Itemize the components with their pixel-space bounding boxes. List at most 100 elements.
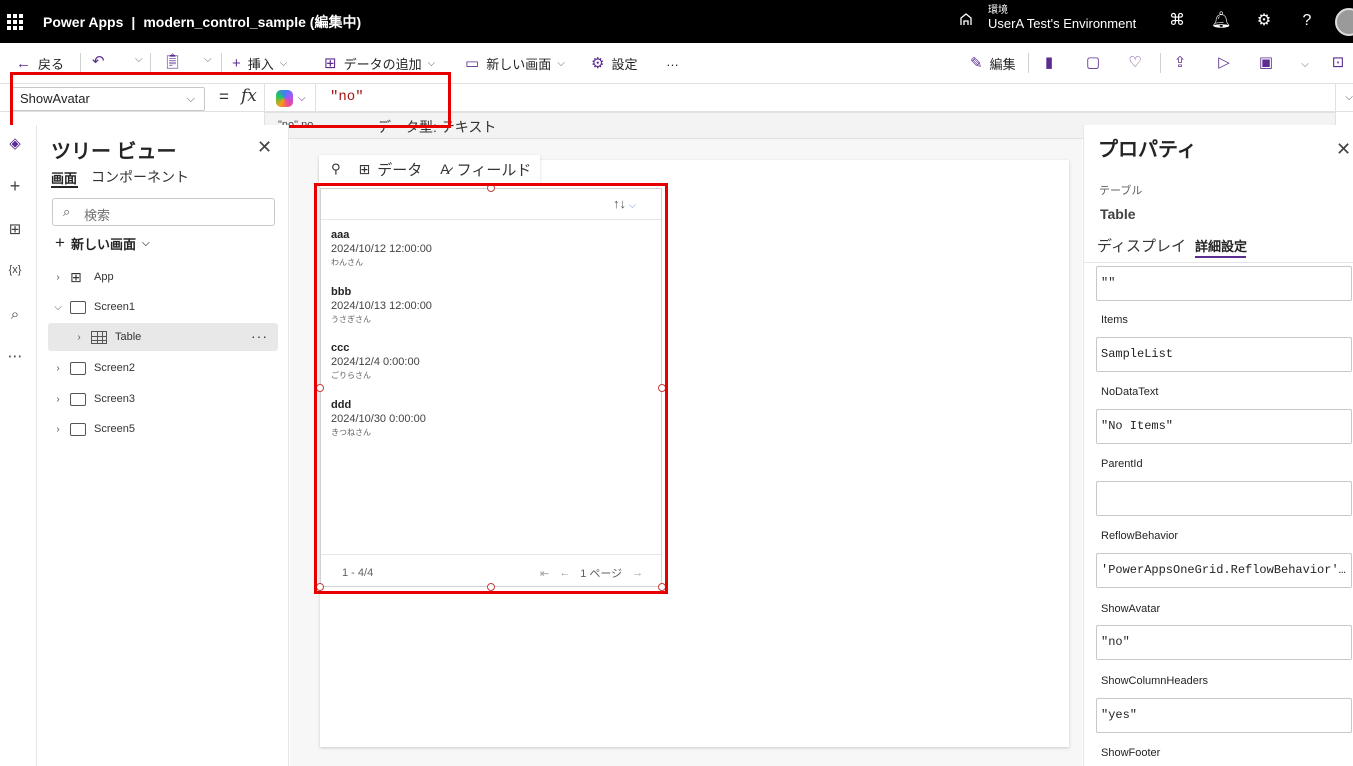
chevron-down-icon[interactable]: ⌵ — [48, 302, 68, 313]
chevron-down-icon: ⌵ — [204, 54, 212, 65]
environment-picker[interactable]: 環境 UserA Test's Environment — [958, 5, 1136, 32]
paste-button[interactable]: 📋︎ — [163, 54, 189, 70]
expand-formula-button[interactable]: ⌵ — [1335, 84, 1353, 112]
chevron-down-icon: ⌵ — [135, 54, 143, 65]
arrow-left-icon: ← — [16, 54, 31, 72]
new-screen-button[interactable]: ▭ 新しい画面 ⌵ — [465, 54, 565, 73]
edit-button[interactable]: ✎ 編集 — [970, 54, 1016, 73]
copilot-top-icon[interactable]: ⌘ — [1168, 12, 1186, 30]
tab-components[interactable]: コンポーネント — [91, 167, 189, 187]
divider — [221, 53, 222, 73]
edit-label: 編集 — [989, 57, 1016, 72]
tab-display[interactable]: ディスプレイ — [1097, 235, 1186, 256]
plus-icon: + — [55, 233, 65, 252]
tree-view-title: ツリー ビュー — [51, 141, 177, 163]
more-button[interactable]: … — [666, 54, 679, 69]
data-grid-icon[interactable]: ⊞ — [0, 220, 30, 238]
tree-node-app[interactable]: › ⊞ App — [48, 263, 278, 291]
property-label-reflowbehavior: ReflowBehavior — [1101, 530, 1179, 542]
undo-button[interactable]: ↶ — [92, 54, 112, 70]
tree-search-input[interactable]: ⌕ 検索 — [52, 198, 275, 226]
highlight-frame — [10, 72, 451, 128]
nodatatext-field[interactable]: "No Items" — [1096, 409, 1352, 444]
chevron-right-icon[interactable]: › — [48, 272, 68, 283]
screen-icon — [70, 361, 86, 375]
property-label-showfooter: ShowFooter — [1101, 747, 1161, 759]
save-icon[interactable]: ▣ — [1257, 54, 1275, 72]
user-avatar[interactable] — [1335, 8, 1353, 36]
insert-button[interactable]: + 挿入 ⌵ — [232, 54, 287, 73]
search-icon[interactable]: ⌕ — [0, 306, 30, 323]
publish-icon[interactable]: ⊡ — [1329, 54, 1347, 72]
chevron-right-icon[interactable]: › — [48, 424, 68, 435]
fields-button[interactable]: A̷ フィールド — [440, 159, 531, 180]
parentid-field[interactable] — [1096, 481, 1352, 516]
reflowbehavior-field[interactable]: 'PowerAppsOneGrid.ReflowBehavior'.Lis… — [1096, 553, 1352, 588]
back-button[interactable]: ← 戻る — [16, 54, 64, 73]
new-screen-link[interactable]: + 新しい画面 ⌵ — [55, 233, 150, 253]
control-context-toolbar: ⚲ ⊞ データ A̷ フィールド — [319, 155, 540, 183]
variables-icon[interactable]: {x} — [0, 264, 30, 276]
more-icon[interactable]: ⋯ — [0, 347, 30, 365]
data-button[interactable]: ⊞ データ — [359, 159, 423, 180]
divider — [1028, 53, 1029, 73]
insert-plus-icon[interactable]: + — [0, 176, 30, 197]
fields-icon: A̷ — [440, 161, 450, 177]
gear-icon: ⚙ — [591, 54, 605, 72]
tree-node-label: Table — [115, 331, 142, 343]
showcolumnheaders-field[interactable]: "yes" — [1096, 698, 1352, 733]
more-options-icon[interactable]: ··· — [251, 328, 268, 344]
insert-label: 挿入 — [247, 57, 274, 72]
search-placeholder: 検索 — [84, 208, 111, 223]
tab-advanced[interactable]: 詳細設定 — [1195, 236, 1247, 255]
settings-button[interactable]: ⚙ 設定 — [591, 54, 637, 73]
play-icon[interactable]: ▷ — [1215, 54, 1233, 72]
tree-node-screen5[interactable]: › Screen5 — [48, 415, 278, 443]
chevron-right-icon[interactable]: › — [69, 332, 89, 343]
showavatar-field[interactable]: "no" — [1096, 625, 1352, 660]
close-icon[interactable]: ✕ — [257, 137, 272, 158]
chevron-right-icon[interactable]: › — [48, 394, 68, 405]
app-icon: ⊞ — [70, 268, 82, 285]
new-screen-icon: ▭ — [465, 54, 480, 72]
top-bar: Power Apps | modern_control_sample (編集中)… — [0, 0, 1353, 43]
chevron-right-icon[interactable]: › — [48, 363, 68, 374]
undo-dropdown[interactable]: ⌵ — [129, 54, 143, 65]
environment-label: 環境 — [988, 5, 1008, 16]
data-label: データ — [377, 161, 423, 179]
divider — [1160, 53, 1161, 73]
tree-node-label: Screen1 — [94, 301, 135, 313]
paste-dropdown[interactable]: ⌵ — [198, 54, 212, 65]
chevron-down-icon: ⌵ — [557, 58, 565, 69]
property-label-parentid: ParentId — [1101, 458, 1143, 470]
app-name[interactable]: Power Apps — [43, 14, 123, 30]
tree-node-screen2[interactable]: › Screen2 — [48, 354, 278, 382]
divider — [1084, 262, 1353, 263]
properties-title: プロパティ — [1098, 139, 1197, 161]
close-icon[interactable]: ✕ — [1336, 139, 1351, 160]
add-data-label: データの追加 — [343, 57, 422, 72]
gear-icon[interactable]: ⚙ — [1255, 12, 1273, 30]
control-kind: テーブル — [1099, 185, 1143, 197]
tree-node-screen1[interactable]: ⌵ Screen1 — [48, 293, 278, 321]
items-field[interactable]: SampleList — [1096, 337, 1352, 372]
table-icon: ⊞ — [358, 160, 371, 177]
tree-node-label: App — [94, 271, 114, 283]
layers-icon[interactable]: ◈ — [0, 134, 30, 152]
help-icon[interactable]: ? — [1298, 12, 1316, 30]
tab-screens[interactable]: 画面 — [51, 168, 77, 187]
add-data-button[interactable]: ⊞ データの追加 ⌵ — [324, 54, 435, 73]
book-icon[interactable]: ▮ — [1040, 54, 1058, 72]
property-field-value[interactable]: "" — [1096, 266, 1352, 301]
bell-icon[interactable]: 🔔︎ — [1211, 12, 1231, 30]
app-launcher-icon[interactable] — [7, 13, 23, 30]
share-icon[interactable]: ⇪ — [1171, 54, 1189, 72]
tree-node-table[interactable]: › Table ··· — [48, 323, 278, 351]
pin-icon[interactable]: ⚲ — [331, 161, 341, 177]
app-checker-icon[interactable]: ♡ — [1126, 54, 1144, 72]
tree-node-screen3[interactable]: › Screen3 — [48, 385, 278, 413]
comment-icon[interactable]: ▢ — [1084, 54, 1102, 72]
control-name: Table — [1100, 206, 1136, 222]
save-dropdown-icon[interactable]: ⌵ — [1293, 54, 1311, 72]
property-label-nodatatext: NoDataText — [1101, 386, 1159, 398]
